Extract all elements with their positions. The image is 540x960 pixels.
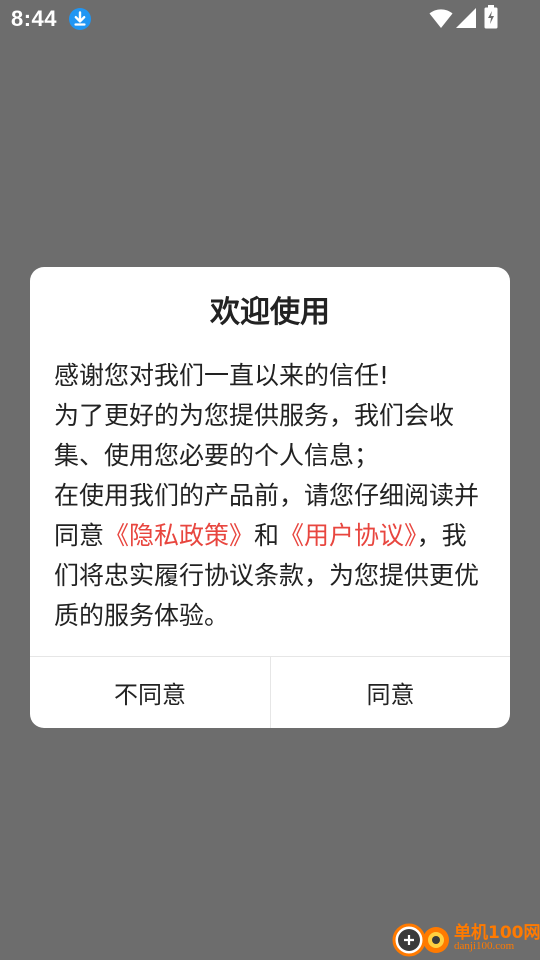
watermark-url: danji100.com xyxy=(454,940,515,952)
consent-conjunction: 和 xyxy=(254,521,280,550)
dialog-line-consent: 在使用我们的产品前，请您仔细阅读并同意《隐私政策》和《用户协议》，我们将忠实履行… xyxy=(54,476,490,636)
watermark-logo-icon xyxy=(392,923,449,957)
agree-button[interactable]: 同意 xyxy=(271,657,510,728)
download-icon xyxy=(69,8,91,30)
user-agreement-link[interactable]: 《用户协议》 xyxy=(279,521,417,550)
status-time: 8:44 xyxy=(11,6,58,31)
disagree-button[interactable]: 不同意 xyxy=(30,657,270,728)
status-bar: 8:44 xyxy=(0,0,540,38)
dialog-body: 感谢您对我们一直以来的信任! 为了更好的为您提供服务，我们会收集、使用您必要的个… xyxy=(54,356,490,636)
wifi-icon xyxy=(429,9,453,28)
signal-icon xyxy=(456,8,476,28)
dialog-line-service: 为了更好的为您提供服务，我们会收集、使用您必要的个人信息； xyxy=(54,401,455,470)
battery-icon xyxy=(484,5,498,29)
dialog-line-thanks: 感谢您对我们一直以来的信任! xyxy=(54,361,390,390)
privacy-policy-link[interactable]: 《隐私政策》 xyxy=(104,521,254,550)
watermark: 单机100网 danji100.com xyxy=(392,916,540,958)
dialog-title: 欢迎使用 xyxy=(210,295,330,330)
